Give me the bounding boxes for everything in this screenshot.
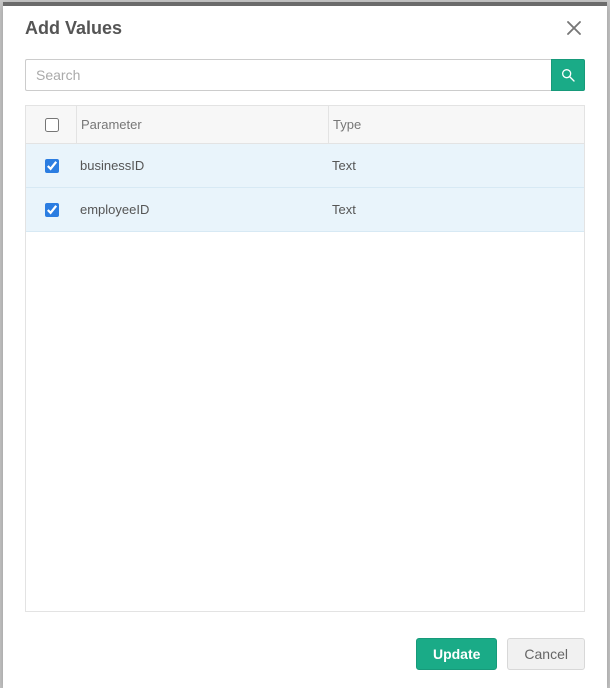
modal-header: Add Values [3,3,607,59]
modal-footer: Update Cancel [3,630,607,688]
row-checkbox[interactable] [45,159,59,173]
search-row [25,59,585,91]
update-button[interactable]: Update [416,638,497,670]
header-parameter[interactable]: Parameter [76,106,328,143]
row-parameter: employeeID [76,202,328,217]
header-type-label: Type [333,117,361,132]
update-button-label: Update [433,646,480,662]
row-checkbox[interactable] [45,203,59,217]
cancel-button-label: Cancel [524,646,568,662]
row-checkbox-cell [26,200,76,220]
row-type: Text [328,202,584,217]
table-row[interactable]: businessID Text [26,144,584,188]
table-header: Parameter Type [26,106,584,144]
table-row[interactable]: employeeID Text [26,188,584,232]
row-parameter: businessID [76,158,328,173]
header-type[interactable]: Type [328,106,584,143]
header-parameter-label: Parameter [81,117,142,132]
modal-top-edge [3,2,607,6]
close-icon [565,19,583,37]
close-button[interactable] [563,17,585,39]
modal-body: Parameter Type businessID Text [3,59,607,630]
table-body: businessID Text employeeID Text [26,144,584,611]
table-body-scroll[interactable]: businessID Text employeeID Text [26,144,584,611]
search-icon [560,67,576,83]
row-type: Text [328,158,584,173]
row-checkbox-cell [26,156,76,176]
search-input[interactable] [25,59,551,91]
select-all-checkbox[interactable] [45,118,59,132]
parameters-table: Parameter Type businessID Text [25,105,585,612]
cancel-button[interactable]: Cancel [507,638,585,670]
search-button[interactable] [551,59,585,91]
add-values-modal: Add Values [3,3,607,688]
modal-title: Add Values [25,18,122,39]
modal-backdrop: Add Values [0,0,610,688]
header-checkbox-cell [26,115,76,135]
